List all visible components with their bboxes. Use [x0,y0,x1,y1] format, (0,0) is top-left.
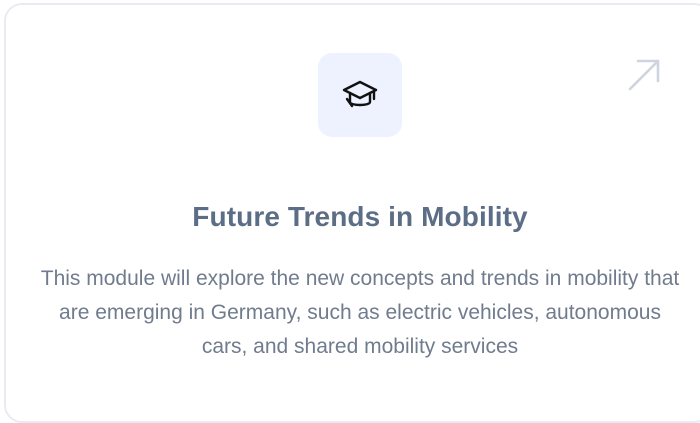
module-title: Future Trends in Mobility [192,201,528,232]
module-description: This module will explore the new concept… [40,267,680,358]
arrow-up-right-icon[interactable] [626,57,662,93]
module-icon-container [318,53,402,137]
module-card[interactable]: Future Trends in Mobility This module wi… [4,3,700,423]
graduation-cap-icon [342,80,378,108]
